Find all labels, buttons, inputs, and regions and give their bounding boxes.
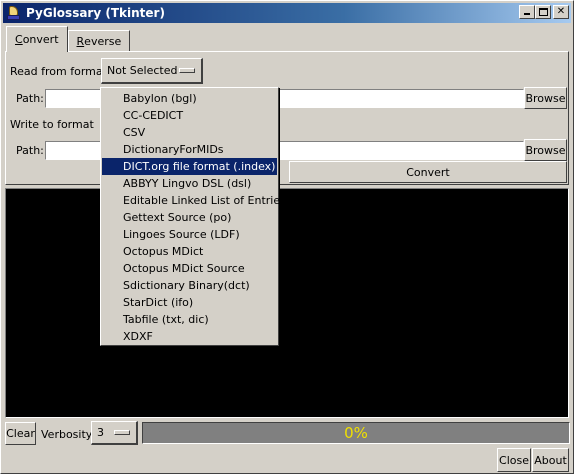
format-menu-item[interactable]: CSV [102, 124, 277, 141]
progress-bar: 0% [142, 422, 570, 444]
output-path-label: Path: [16, 144, 44, 157]
option-menu-indicator-icon [179, 68, 195, 73]
format-menu-item[interactable]: Tabfile (txt, dic) [102, 311, 277, 328]
maximize-icon [539, 8, 548, 16]
convert-button[interactable]: Convert [289, 161, 567, 183]
format-dropdown-menu: Babylon (bgl) CC-CEDICT CSV DictionaryForMI… [100, 87, 286, 346]
tab-reverse[interactable]: Reverse [67, 30, 131, 52]
tab-convert[interactable]: Convert [6, 26, 68, 52]
format-menu-item[interactable]: Octopus MDict [102, 243, 277, 260]
minimize-icon [524, 13, 530, 15]
format-menu-item[interactable]: DictionaryForMIDs [102, 141, 277, 158]
about-button[interactable]: About [532, 448, 569, 472]
input-browse-button[interactable]: Browse [524, 87, 567, 109]
format-menu-item[interactable]: Lingoes Source (LDF) [102, 226, 277, 243]
tab-reverse-label-mnemonic: R [76, 35, 85, 48]
format-menu-item[interactable]: CC-CEDICT [102, 107, 277, 124]
format-menu-item[interactable]: Gettext Source (po) [102, 209, 277, 226]
tab-reverse-label: everse [84, 35, 122, 48]
format-menu-item[interactable]: Sdictionary Binary(dct) [102, 277, 277, 294]
verbosity-label: Verbosity [41, 428, 93, 441]
format-menu-item[interactable]: XDXF [102, 328, 277, 345]
clear-button[interactable]: Clear [5, 422, 36, 445]
app-window: PyGlossary (Tkinter) ✕ Convert Reverse R… [0, 0, 574, 474]
read-format-value: Not Selected [107, 64, 178, 77]
input-path-label: Path: [16, 92, 44, 105]
format-menu-item[interactable]: ABBYY Lingvo DSL (dsl) [102, 175, 277, 192]
format-menu-item[interactable]: StarDict (ifo) [102, 294, 277, 311]
tab-convert-label: onvert [22, 33, 59, 46]
read-format-menu-button[interactable]: Not Selected [101, 58, 203, 84]
format-menu-item[interactable]: Editable Linked List of Entries [102, 192, 286, 209]
read-format-label: Read from format [10, 65, 107, 78]
tab-bar: Convert Reverse [6, 26, 131, 52]
close-icon: ✕ [556, 6, 566, 17]
format-menu-item[interactable]: Babylon (bgl) [102, 90, 277, 107]
window-title: PyGlossary (Tkinter) [26, 6, 165, 20]
pyglossary-app-icon[interactable] [6, 5, 22, 21]
format-menu-item[interactable]: Octopus MDict Source [102, 260, 277, 277]
maximize-button[interactable] [535, 5, 551, 19]
minimize-button[interactable] [519, 5, 535, 19]
output-browse-button[interactable]: Browse [524, 139, 567, 161]
title-bar[interactable]: PyGlossary (Tkinter) ✕ [3, 3, 571, 23]
tab-convert-label-mnemonic: C [15, 33, 23, 46]
write-format-label: Write to format [10, 118, 94, 131]
format-menu-item[interactable]: DICT.org file format (.index) [102, 158, 277, 175]
verbosity-value: 3 [97, 426, 104, 439]
convert-panel: Read from format Not Selected Path: Brow… [5, 51, 569, 185]
log-console[interactable] [5, 188, 569, 418]
close-button[interactable]: Close [497, 448, 531, 472]
progress-text: 0% [344, 424, 368, 442]
option-menu-indicator-icon [114, 430, 130, 435]
verbosity-menu-button[interactable]: 3 [91, 421, 138, 445]
close-window-button[interactable]: ✕ [553, 5, 569, 19]
